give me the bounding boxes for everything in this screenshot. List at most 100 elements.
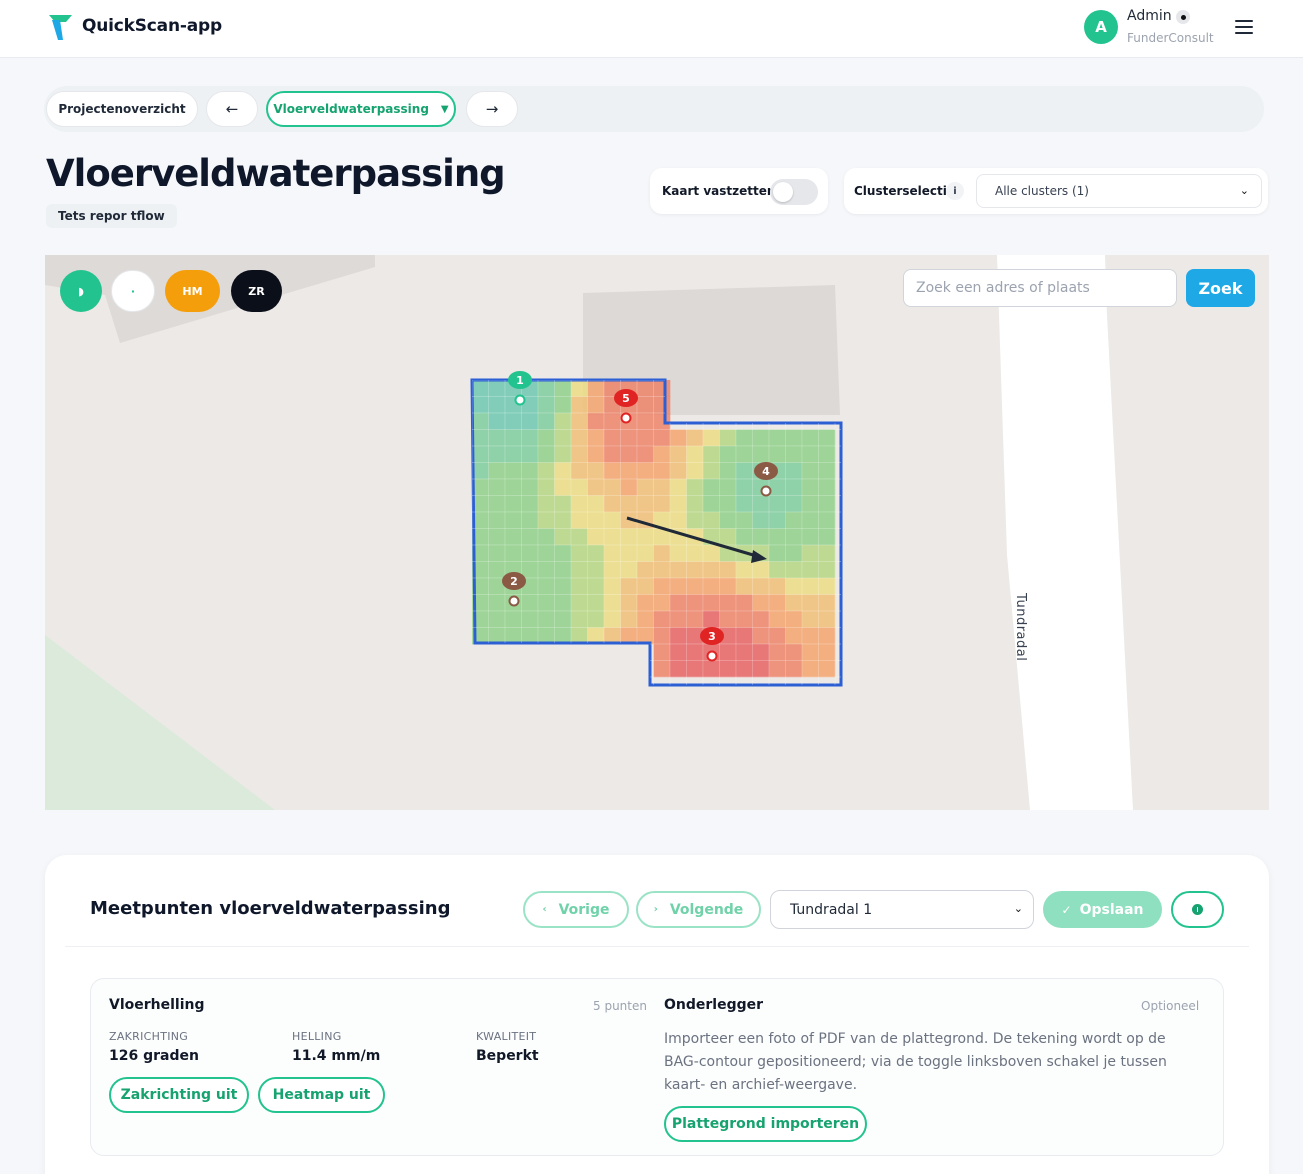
- heatmap-cell: [587, 462, 605, 480]
- point-label: 2: [510, 575, 518, 588]
- cluster-select[interactable]: Alle clusters (1) ⌄: [976, 174, 1262, 208]
- heatmap-cell: [488, 528, 506, 546]
- projects-overview-button[interactable]: Projectenoverzicht: [46, 91, 198, 127]
- map-mode-button[interactable]: ◗: [60, 270, 102, 312]
- import-floorplan-button[interactable]: Plattegrond importeren: [664, 1106, 867, 1142]
- map-view[interactable]: 1 2 3 4 5 ◗ · HM ZR Zoek Tundradal: [45, 255, 1269, 810]
- direction-value: 126 graden: [109, 1048, 199, 1064]
- heatmap-cell: [571, 594, 588, 612]
- chevron-down-icon: ⌄: [1013, 902, 1023, 915]
- heatmap-cell: [488, 594, 506, 612]
- heatmap-cell: [653, 380, 671, 397]
- info-button[interactable]: [1171, 891, 1224, 928]
- heatmap-cell: [703, 578, 720, 595]
- heatmap-cell: [769, 446, 786, 463]
- menu-icon[interactable]: [1235, 20, 1253, 34]
- heatmap-cell: [604, 446, 621, 463]
- heatmap-cell: [719, 594, 737, 612]
- heatmap-cell: [653, 479, 671, 496]
- heatmap-cell: [571, 561, 588, 579]
- heatmap-cell: [653, 429, 671, 447]
- heatmap-cell: [538, 545, 555, 562]
- heatmap-cell: [488, 429, 506, 447]
- heatmap-toggle-button[interactable]: Heatmap uit: [258, 1077, 385, 1113]
- map-lock-toggle[interactable]: [770, 179, 818, 205]
- point-label: 1: [516, 374, 524, 387]
- direction-toggle-button[interactable]: Zakrichting uit: [109, 1077, 249, 1113]
- heatmap-cell: [653, 545, 671, 562]
- heatmap-cell: [818, 611, 836, 628]
- info-icon[interactable]: i: [946, 182, 964, 200]
- user-name: Admin: [1127, 8, 1172, 24]
- chevron-down-icon: ▼: [440, 103, 449, 115]
- point-count: 5 punten: [593, 999, 647, 1013]
- heatmap-cell: [587, 429, 605, 447]
- heatmap-cell: [604, 429, 621, 447]
- heatmap-cell: [521, 479, 539, 496]
- search-button[interactable]: Zoek: [1186, 269, 1255, 307]
- heatmap-cell: [802, 644, 819, 661]
- heatmap-cell: [769, 429, 786, 447]
- heatmap-cell: [488, 611, 506, 628]
- save-button[interactable]: ✓ Opslaan: [1043, 891, 1162, 928]
- heatmap-cell: [604, 528, 621, 546]
- heatmap-cell: [538, 413, 555, 430]
- heatmap-cell: [571, 462, 588, 480]
- quality-value: Beperkt: [476, 1048, 539, 1064]
- heatmap-cell: [802, 512, 819, 529]
- point-location-icon: [508, 595, 520, 607]
- quickscan-logo-icon[interactable]: [48, 12, 74, 42]
- heatmap-cell: [538, 380, 555, 397]
- heatmap-cell: [538, 446, 555, 463]
- slope-direction-mode-button[interactable]: ZR: [231, 270, 282, 312]
- heatmap-cell: [587, 528, 605, 546]
- heatmap-cell: [769, 578, 786, 595]
- heatmap-cell: [686, 495, 704, 513]
- heatmap-cell: [488, 545, 506, 562]
- heatmap-cell: [736, 660, 753, 678]
- heatmap-cell: [538, 578, 555, 595]
- heatmap-cell: [620, 495, 638, 513]
- heatmap-cell: [818, 578, 836, 595]
- heatmap-cell: [521, 512, 539, 529]
- heatmap-cell: [472, 396, 489, 414]
- previous-step-button[interactable]: ←: [206, 91, 258, 127]
- next-button[interactable]: › Volgende: [636, 891, 761, 928]
- step-select[interactable]: Vloerveldwaterpassing ▼: [266, 91, 456, 127]
- map-mode-button[interactable]: ·: [111, 270, 155, 312]
- heatmap-cell: [686, 479, 704, 496]
- heatmap-cell: [604, 413, 621, 430]
- point-label: 4: [762, 465, 770, 478]
- heatmap-cell: [752, 594, 770, 612]
- heatmap-cell: [719, 611, 737, 628]
- heatmap-cell: [554, 462, 572, 480]
- heatmap-cell: [769, 561, 786, 579]
- slope-value: 11.4 mm/m: [292, 1048, 381, 1064]
- heatmap-cell: [785, 561, 803, 579]
- heatmap-cell: [505, 479, 522, 496]
- heatmap-cell: [571, 446, 588, 463]
- slope-label: HELLING: [292, 1030, 342, 1043]
- heatmap-cell: [488, 561, 506, 579]
- heatmap-cell: [637, 462, 654, 480]
- map-road: [997, 255, 1133, 810]
- heatmap-cell: [736, 429, 753, 447]
- heatmap-cell: [719, 512, 737, 529]
- heatmap-cell: [752, 429, 770, 447]
- heatmap-cell: [554, 561, 572, 579]
- heatmap-cell: [719, 479, 737, 496]
- heatmap-cell: [769, 627, 786, 645]
- user-avatar[interactable]: A: [1084, 10, 1118, 44]
- heatmap-cell: [488, 479, 506, 496]
- heatmap-cell: [736, 495, 753, 513]
- app-name[interactable]: QuickScan-app: [82, 16, 222, 36]
- address-search-input[interactable]: [903, 269, 1177, 307]
- point-location-icon: [514, 394, 526, 406]
- address-select[interactable]: Tundradal 1 ⌄: [770, 890, 1034, 929]
- heatmap-cell: [571, 396, 588, 414]
- heatmap-mode-button[interactable]: HM: [165, 270, 220, 312]
- next-step-button[interactable]: →: [466, 91, 518, 127]
- previous-button[interactable]: ‹ Vorige: [523, 891, 629, 928]
- heatmap-cell: [653, 644, 671, 661]
- map-canvas[interactable]: 1 2 3 4 5: [45, 255, 1269, 810]
